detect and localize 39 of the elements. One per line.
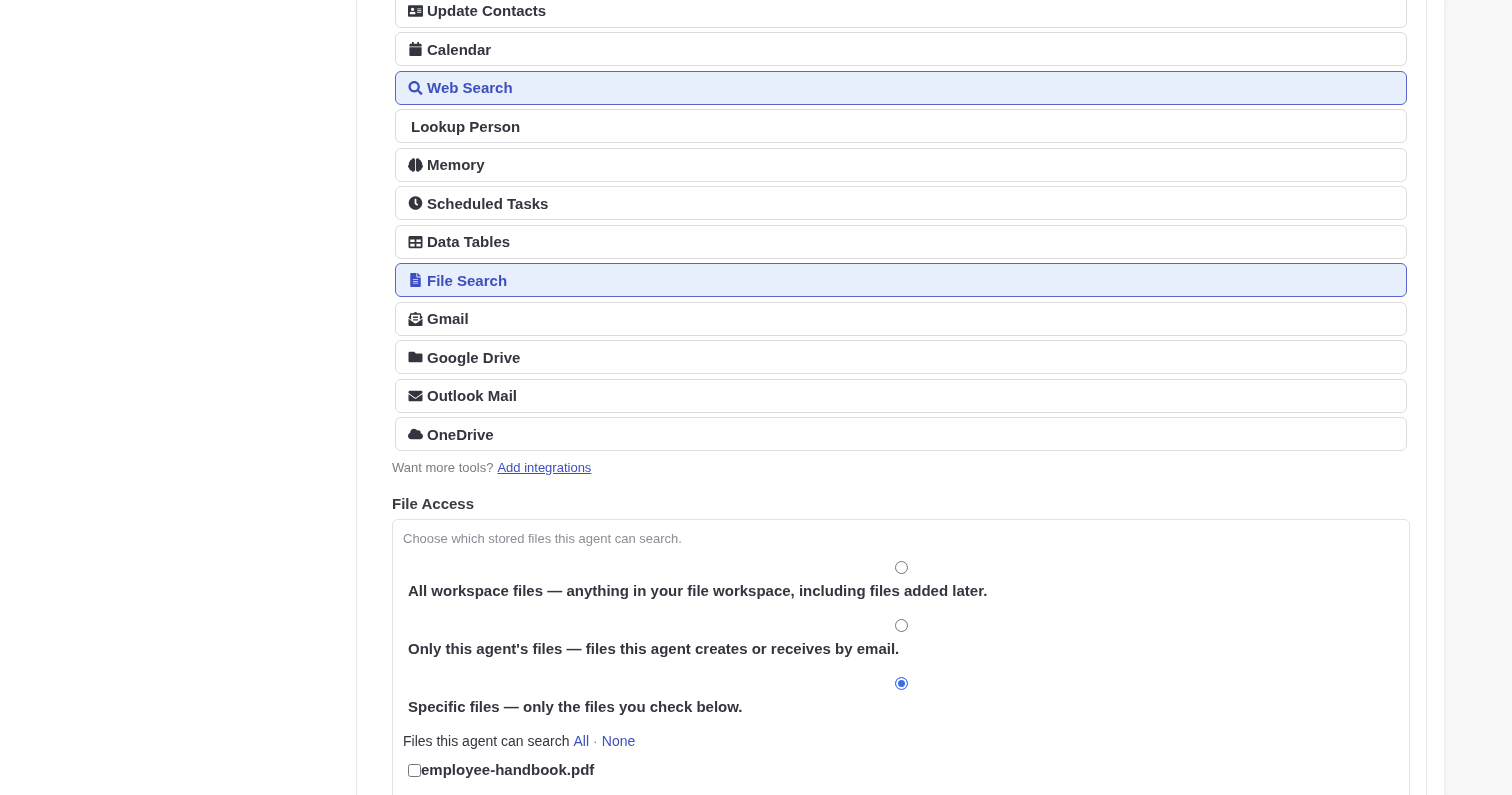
option-label: Specific files — only the files you check below. — [408, 697, 743, 717]
tool-toggle-button[interactable]: Outlook Mail — [395, 378, 1407, 413]
folder-icon — [408, 350, 423, 364]
radio-button[interactable] — [894, 676, 908, 690]
section-title: File Access — [392, 493, 475, 514]
tool-toggle-button[interactable]: Calendar — [395, 32, 1407, 66]
file-checkbox[interactable] — [408, 763, 421, 777]
calendar-icon — [408, 42, 423, 56]
separator-dot: · — [593, 732, 598, 750]
radio-button[interactable] — [894, 560, 908, 574]
tool-toggle-button[interactable]: File Search — [395, 263, 1407, 297]
tool-toggle-button[interactable]: OneDrive — [395, 417, 1407, 451]
cloud-icon — [408, 427, 423, 441]
more-tools-text: Want more tools? — [392, 458, 494, 476]
tool-toggle-button[interactable]: Memory — [395, 147, 1407, 182]
document-icon — [408, 273, 423, 287]
hint-text: Choose which stored files this agent can search. — [403, 529, 683, 547]
brain-icon — [408, 157, 423, 172]
table-icon — [408, 234, 423, 249]
files-heading: Files this agent can search — [403, 732, 570, 750]
tool-toggle-button[interactable]: Scheduled Tasks — [395, 186, 1407, 220]
radio-button[interactable] — [894, 618, 908, 632]
tool-toggle-button[interactable]: Lookup Person — [395, 109, 1407, 143]
option-label: All workspace files — anything in your file workspace, including files added later. — [408, 581, 988, 601]
select-all-link[interactable]: All — [573, 732, 590, 750]
tool-toggle-button[interactable]: Gmail — [395, 301, 1407, 336]
envelope-icon — [408, 388, 423, 403]
select-none-link[interactable]: None — [601, 732, 636, 750]
tool-toggle-button[interactable]: Update Contacts — [395, 0, 1407, 28]
clock-icon — [408, 196, 423, 210]
tool-toggle-button[interactable]: Data Tables — [395, 224, 1407, 259]
address-card-icon — [408, 3, 423, 18]
tool-toggle-button[interactable]: Google Drive — [395, 340, 1407, 374]
search-icon — [408, 80, 423, 95]
option-label: Only this agent's files — files this agent creates or receives by email. — [408, 639, 900, 659]
add-integrations-link[interactable]: Add integrations — [497, 458, 592, 476]
tool-toggle-button[interactable]: Web Search — [395, 70, 1407, 105]
open-envelope-icon — [408, 311, 423, 326]
file-name: employee-handbook.pdf — [421, 761, 595, 779]
